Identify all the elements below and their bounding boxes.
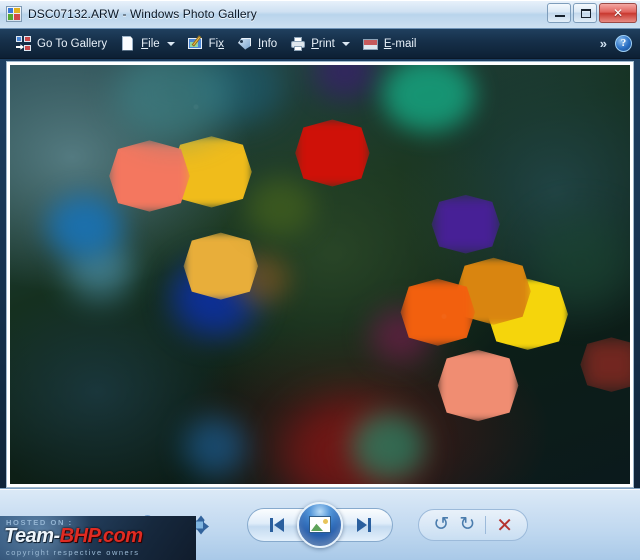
- toolbar-overflow-button[interactable]: »: [600, 36, 607, 51]
- toolbar-label-file: File: [141, 37, 160, 50]
- window-title: DSC07132.ARW - Windows Photo Gallery: [28, 7, 257, 21]
- watermark-brand: Team-BHP.com: [4, 526, 143, 546]
- bokeh-dim-red-heptagon-right: [580, 337, 630, 392]
- bokeh-purple-heptagon: [431, 194, 500, 254]
- bokeh-red-heptagon: [295, 119, 370, 187]
- rotate-delete-group: ↺ ↻ ✕: [418, 508, 528, 541]
- bokeh-orange-heptagon-left: [400, 278, 475, 346]
- toolbar-label-info: Info: [258, 37, 278, 50]
- bokeh-violet-circle-top-right: [313, 65, 376, 99]
- toolbar-item-email[interactable]: E-mail: [359, 32, 426, 56]
- window-controls: ✕: [547, 3, 637, 23]
- toolbar-label-email: E-mail: [383, 37, 417, 50]
- watermark-brand-bhp: BHP.com: [59, 525, 143, 547]
- bokeh-teal-circle-top-left: [115, 65, 234, 141]
- rotate-counterclockwise-icon[interactable]: ↺: [433, 515, 449, 534]
- bokeh-teal-circle-bottom: [351, 412, 426, 480]
- toolbar-item-info[interactable]: Info: [233, 32, 286, 56]
- bokeh-salmon-heptagon: [437, 349, 519, 422]
- toolbar-item-file[interactable]: File: [116, 32, 184, 56]
- photo-image[interactable]: [10, 65, 630, 484]
- bokeh-blue-circle-left: [47, 194, 122, 258]
- photo-gallery-icon: [6, 6, 22, 22]
- email-icon: [362, 36, 379, 52]
- chevron-down-icon: [166, 41, 175, 46]
- previous-icon: [269, 517, 284, 532]
- toolbar-label-fix: Fix: [208, 37, 224, 50]
- toolbar-item-go-to-gallery[interactable]: Go To Gallery: [12, 32, 116, 56]
- play-slideshow-button[interactable]: [297, 501, 343, 548]
- title-bar[interactable]: DSC07132.ARW - Windows Photo Gallery ✕: [0, 0, 640, 29]
- toolbar-item-fix[interactable]: Fix: [184, 32, 233, 56]
- watermark: HOSTED ON : Team-BHP.com copyright respe…: [0, 516, 196, 560]
- toolbar-label-print: Print: [311, 37, 335, 50]
- help-icon[interactable]: ?: [615, 35, 632, 52]
- close-button[interactable]: ✕: [599, 3, 637, 23]
- bokeh-teal-circle-top-right: [382, 65, 475, 133]
- watermark-copyright: copyright respective owners: [6, 548, 140, 557]
- bokeh-blue-circle-bottom: [183, 416, 246, 476]
- close-icon: ✕: [612, 6, 624, 20]
- watermark-brand-team: Team-: [4, 525, 60, 547]
- bokeh-amber-heptagon: [183, 232, 258, 300]
- minimize-button[interactable]: [547, 3, 571, 23]
- toolbar: Go To Gallery File Fix Info Print E-mail…: [0, 29, 640, 59]
- bokeh-olive-circle: [245, 178, 314, 237]
- next-icon: [356, 517, 371, 532]
- photo-gallery-window: DSC07132.ARW - Windows Photo Gallery ✕ G…: [0, 0, 640, 560]
- bokeh-coral-heptagon: [109, 140, 190, 212]
- photo-viewport: [0, 59, 640, 488]
- maximize-button[interactable]: [573, 3, 597, 23]
- divider: [485, 515, 487, 534]
- file-icon: [120, 35, 136, 52]
- chevron-down-icon: [341, 41, 350, 46]
- gallery-icon: [16, 35, 32, 52]
- next-image-button[interactable]: [335, 507, 393, 542]
- fix-icon: [187, 34, 204, 52]
- toolbar-item-print[interactable]: Print: [286, 32, 359, 56]
- info-tag-icon: [237, 36, 253, 52]
- printer-icon: [290, 36, 306, 52]
- slideshow-picture-icon: [309, 516, 331, 533]
- photo-frame: [6, 61, 634, 488]
- bottom-toolbar: + ↺: [0, 488, 640, 560]
- toolbar-label-go-to-gallery: Go To Gallery: [37, 37, 108, 50]
- delete-icon[interactable]: ✕: [496, 515, 513, 535]
- rotate-clockwise-icon[interactable]: ↻: [459, 515, 475, 534]
- navigation-controls: [241, 501, 399, 548]
